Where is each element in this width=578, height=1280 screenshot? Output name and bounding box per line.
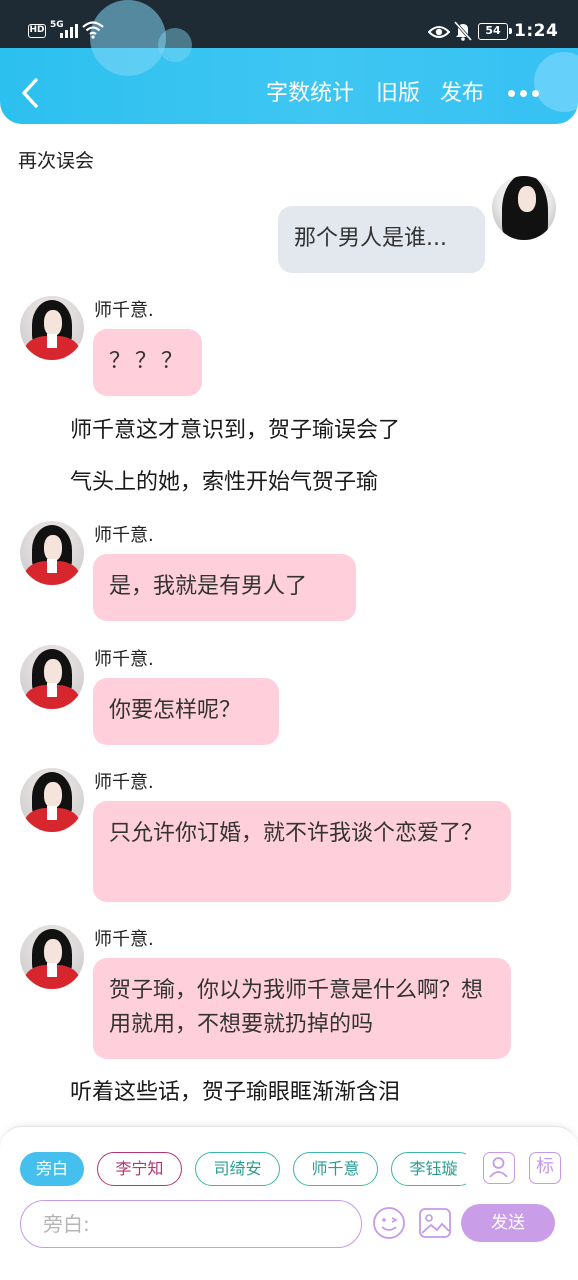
narration-text: 听着这些话，贺子瑜眼眶渐渐含泪 <box>70 1080 401 1105</box>
image-icon[interactable] <box>418 1207 452 1239</box>
avatar[interactable] <box>20 645 84 709</box>
message-bubble-left[interactable]: 只允许你订婚，就不许我谈个恋爱了？ <box>93 801 511 902</box>
character-manage-icon[interactable] <box>483 1152 515 1184</box>
battery-indicator: 54 <box>478 23 512 40</box>
signal-icon <box>60 33 63 38</box>
signal-icon <box>75 24 78 38</box>
avatar[interactable] <box>20 296 84 360</box>
publish-button[interactable]: 发布 <box>440 79 484 109</box>
more-options-icon[interactable] <box>506 88 540 100</box>
message-bubble-left[interactable]: 你要怎样呢？ <box>93 678 279 745</box>
message-input[interactable] <box>20 1200 362 1248</box>
status-bar: HD 5G 54 1:24 <box>0 0 578 76</box>
signal-icon <box>65 30 68 38</box>
role-chip[interactable]: 李钰璇 <box>391 1152 466 1186</box>
wifi-icon <box>82 21 104 39</box>
network-type: 5G <box>50 20 64 30</box>
avatar[interactable] <box>492 176 556 240</box>
message-bubble-right[interactable]: 那个男人是谁... <box>278 206 485 273</box>
message-bubble-left[interactable]: ？？？ <box>93 329 202 396</box>
speaker-name: 师千意. <box>94 929 154 950</box>
hd-badge: HD <box>28 24 46 38</box>
role-chip[interactable]: 司绮安 <box>195 1152 280 1186</box>
speaker-name: 师千意. <box>94 649 154 670</box>
emoji-icon[interactable] <box>372 1206 406 1240</box>
narration-text: 师千意这才意识到，贺子瑜误会了 <box>70 418 401 443</box>
app-header: HD 5G 54 1:24 字数统计 旧版 发布 <box>0 0 578 124</box>
eye-icon <box>428 26 450 38</box>
word-count-button[interactable]: 字数统计 <box>266 79 354 109</box>
avatar[interactable] <box>20 768 84 832</box>
avatar[interactable] <box>20 521 84 585</box>
decor-bubble <box>534 52 578 112</box>
role-chip-narrator[interactable]: 旁白 <box>20 1152 84 1186</box>
role-chip[interactable]: 师千意 <box>293 1152 378 1186</box>
role-chip-bar[interactable]: 旁白 李宁知 司绮安 师千意 李钰璇 <box>20 1150 466 1188</box>
role-chip[interactable]: 李宁知 <box>97 1152 182 1186</box>
message-bubble-left[interactable]: 贺子瑜，你以为我师千意是什么啊？想用就用，不想要就扔掉的吗 <box>93 958 511 1059</box>
chapter-title: 再次误会 <box>18 150 95 172</box>
back-arrow-icon[interactable] <box>14 74 48 112</box>
signal-icon <box>70 27 73 38</box>
status-time: 1:24 <box>514 21 559 41</box>
speaker-name: 师千意. <box>94 772 154 793</box>
tag-button[interactable]: 标 <box>529 1152 561 1184</box>
old-version-button[interactable]: 旧版 <box>376 79 420 109</box>
speaker-name: 师千意. <box>94 300 154 321</box>
speaker-name: 师千意. <box>94 525 154 546</box>
avatar[interactable] <box>20 925 84 989</box>
message-bubble-left[interactable]: 是，我就是有男人了 <box>93 554 356 621</box>
narration-text: 气头上的她，索性开始气贺子瑜 <box>70 470 379 495</box>
send-button[interactable]: 发送 <box>461 1204 555 1242</box>
decor-bubble <box>158 28 192 62</box>
person-icon <box>489 1157 508 1178</box>
bell-muted-icon <box>454 21 472 41</box>
